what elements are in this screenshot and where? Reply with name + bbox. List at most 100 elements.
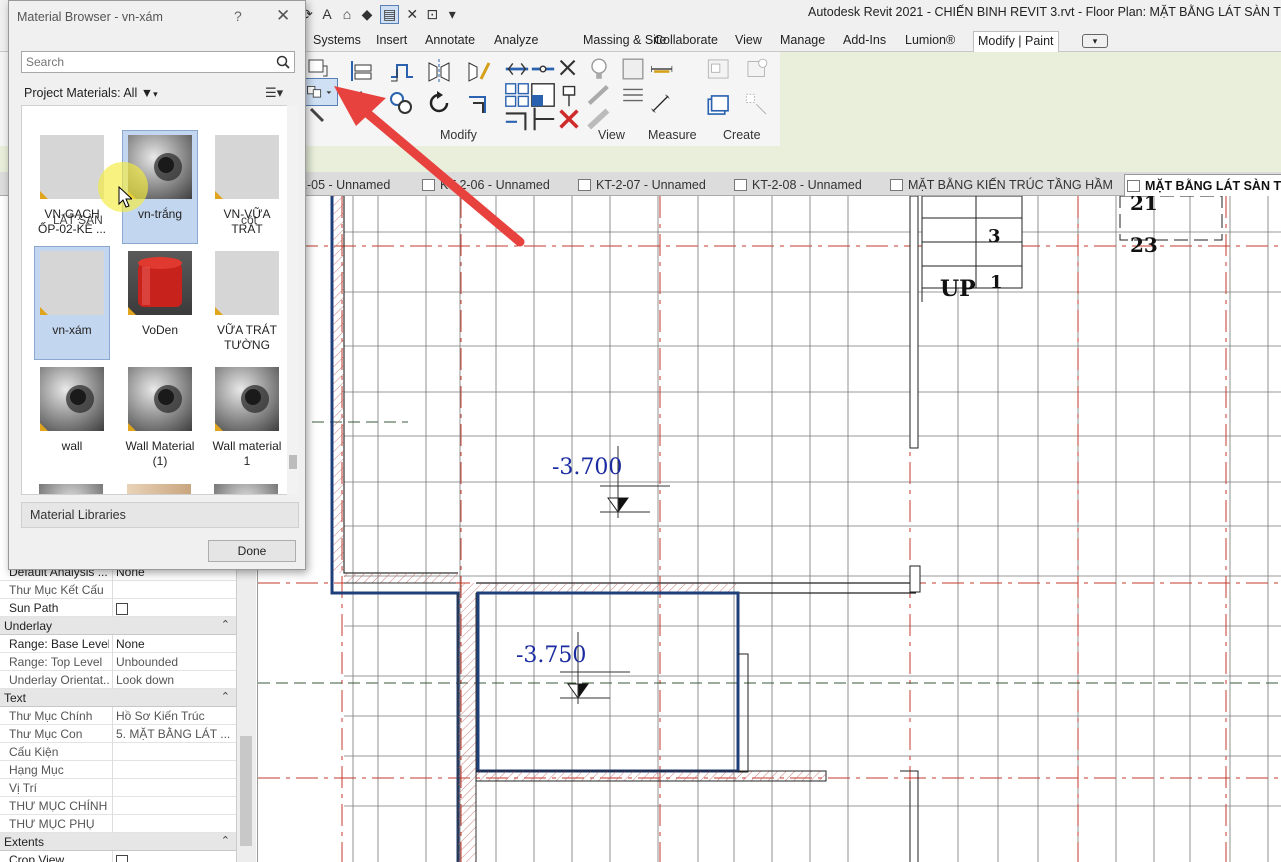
property-value[interactable]	[112, 581, 236, 599]
collapse-chevron-icon[interactable]: ⌃	[221, 690, 230, 703]
property-value[interactable]: None	[112, 635, 236, 653]
property-value[interactable]	[112, 599, 236, 617]
view-tab[interactable]: KT-2-07 - Unnamed	[576, 174, 706, 196]
panel-create-label: Create	[723, 128, 761, 142]
create-similar-icon[interactable]	[742, 90, 776, 124]
override-graphics-icon[interactable]	[618, 54, 644, 80]
property-value[interactable]: Unbounded	[112, 653, 236, 671]
property-value[interactable]	[112, 851, 236, 862]
material-libraries-header[interactable]: Material Libraries	[21, 502, 299, 528]
material-tile[interactable]: Wall material 1	[209, 362, 285, 476]
property-value[interactable]	[112, 797, 236, 815]
create-group-icon[interactable]	[704, 90, 738, 124]
material-search-input[interactable]	[21, 51, 295, 73]
property-value[interactable]	[112, 761, 236, 779]
property-section[interactable]: Text ⌃	[0, 689, 236, 707]
property-value[interactable]	[112, 779, 236, 797]
help-icon[interactable]: ?	[234, 8, 242, 24]
pin-icon[interactable]	[554, 80, 576, 107]
ribbon-tab[interactable]: Add-Ins	[839, 31, 890, 52]
material-browser-dialog[interactable]: Material Browser - vn-xám ? ✕ Project Ma…	[8, 0, 306, 570]
material-marker-icon	[215, 307, 223, 315]
property-row[interactable]: Hạng Mục	[0, 761, 236, 779]
aligned-dimension-icon[interactable]	[648, 88, 692, 122]
property-section[interactable]: Underlay ⌃	[0, 617, 236, 635]
property-row[interactable]: THƯ MỤC PHỤ	[0, 815, 236, 833]
split-gap-icon[interactable]	[528, 54, 555, 74]
material-tile[interactable]: VoDen	[122, 246, 198, 360]
linework-icon[interactable]	[584, 80, 609, 105]
material-grid-scrollbar[interactable]	[287, 105, 299, 495]
property-value[interactable]: Hồ Sơ Kiến Trúc	[112, 707, 236, 725]
property-row[interactable]: Cấu Kiện	[0, 743, 236, 761]
ribbon-tab[interactable]: Manage	[776, 31, 829, 52]
property-row[interactable]: Thư Mục Chính Hồ Sơ Kiến Trúc	[0, 707, 236, 725]
lightbulb-icon[interactable]	[584, 54, 607, 79]
material-swatch	[40, 251, 104, 315]
property-row[interactable]: Range: Base Level None	[0, 635, 236, 653]
collapse-chevron-icon[interactable]: ⌃	[221, 834, 230, 847]
ribbon-tab[interactable]: Modify | Paint	[973, 31, 1059, 52]
material-swatch-partial	[127, 484, 191, 494]
property-row[interactable]: Vị Trí	[0, 779, 236, 797]
ribbon-tab[interactable]: Analyze	[490, 31, 542, 52]
property-row[interactable]: Sun Path	[0, 599, 236, 617]
quick-access-item[interactable]: ✕	[405, 6, 419, 23]
property-row[interactable]: THƯ MỤC CHÍNH	[0, 797, 236, 815]
property-row[interactable]: Range: Top Level Unbounded	[0, 653, 236, 671]
property-row[interactable]: Underlay Orientat... Look down	[0, 671, 236, 689]
property-value[interactable]: Look down	[112, 671, 236, 689]
property-value[interactable]: 5. MẶT BẰNG LÁT ...	[112, 725, 236, 743]
view-tab[interactable]: MẶT BẰNG LÁT SÀN TẦ	[1124, 174, 1281, 196]
material-tile[interactable]: Wall Material (1)	[122, 362, 198, 476]
material-grid[interactable]: LÁT SÀN cột VN-GẠCH ỐP-02-KÈ ... vn-trắng V…	[21, 105, 299, 495]
material-tile[interactable]: VỮA TRÁT TƯỜNG	[209, 246, 285, 360]
material-grid-scroll-thumb[interactable]	[289, 455, 297, 469]
plan-text: 3	[988, 226, 1001, 247]
project-materials-filter[interactable]: Project Materials: All ▼▾	[24, 86, 158, 100]
ribbon-minimize-icon[interactable]: ▾	[1082, 34, 1108, 48]
property-row[interactable]: Thư Mục Kết Cấu	[0, 581, 236, 599]
delete-icon[interactable]	[554, 104, 579, 129]
checkbox[interactable]	[116, 855, 128, 862]
thin-lines-icon[interactable]	[618, 80, 643, 102]
material-tile[interactable]: wall	[34, 362, 110, 476]
checkbox[interactable]	[116, 603, 128, 616]
search-icon[interactable]	[275, 54, 291, 70]
collapse-chevron-icon[interactable]: ⌃	[221, 618, 230, 631]
material-tile[interactable]: vn-xám	[34, 246, 110, 360]
material-tile[interactable]: VN-VỮA TRÁT	[209, 130, 285, 244]
property-section[interactable]: Extents ⌃	[0, 833, 236, 851]
delete-small-icon[interactable]	[554, 54, 576, 76]
quick-access-item[interactable]: ◆	[360, 6, 374, 23]
property-value[interactable]	[112, 815, 236, 833]
ribbon-tab[interactable]: Collaborate	[650, 31, 722, 52]
properties-scroll-thumb[interactable]	[240, 736, 252, 846]
ribbon-tab[interactable]: Systems	[309, 31, 365, 52]
quick-access-item[interactable]: ▾	[445, 6, 459, 23]
quick-access-item[interactable]: ⊡	[425, 6, 439, 23]
done-button[interactable]: Done	[208, 540, 296, 562]
ribbon-tab[interactable]: Insert	[372, 31, 411, 52]
quick-access-item[interactable]: ⌂	[340, 6, 354, 22]
create-parts-icon[interactable]	[742, 54, 776, 84]
mouse-pointer-icon	[118, 186, 132, 208]
drawing-area[interactable]: -3.700 -3.750 21 23 3 1 UP	[258, 196, 1281, 862]
view-tab[interactable]: KT-2-08 - Unnamed	[732, 174, 862, 196]
view-options-icon[interactable]: ☰▾	[265, 85, 283, 101]
quick-access-item[interactable]: ▤	[380, 4, 400, 24]
split-element-icon[interactable]	[502, 54, 529, 76]
view-tab[interactable]: MẶT BẰNG KIẾN TRÚC TẦNG HẦM	[888, 174, 1113, 196]
property-value[interactable]	[112, 743, 236, 761]
create-assembly-icon[interactable]	[704, 54, 738, 84]
measure-between-icon[interactable]	[648, 54, 692, 80]
quick-access-item[interactable]: A	[320, 6, 334, 22]
close-icon[interactable]: ✕	[276, 6, 290, 26]
hide-icon[interactable]	[584, 104, 610, 130]
property-row[interactable]: Crop View	[0, 851, 236, 862]
ribbon-tab[interactable]: Lumion®	[901, 31, 959, 52]
ribbon-tab[interactable]: View	[731, 31, 766, 52]
floor-plan[interactable]: -3.700 -3.750 21 23 3 1 UP	[258, 196, 1281, 862]
ribbon-tab[interactable]: Annotate	[421, 31, 479, 52]
property-row[interactable]: Thư Mục Con 5. MẶT BẰNG LÁT ...	[0, 725, 236, 743]
